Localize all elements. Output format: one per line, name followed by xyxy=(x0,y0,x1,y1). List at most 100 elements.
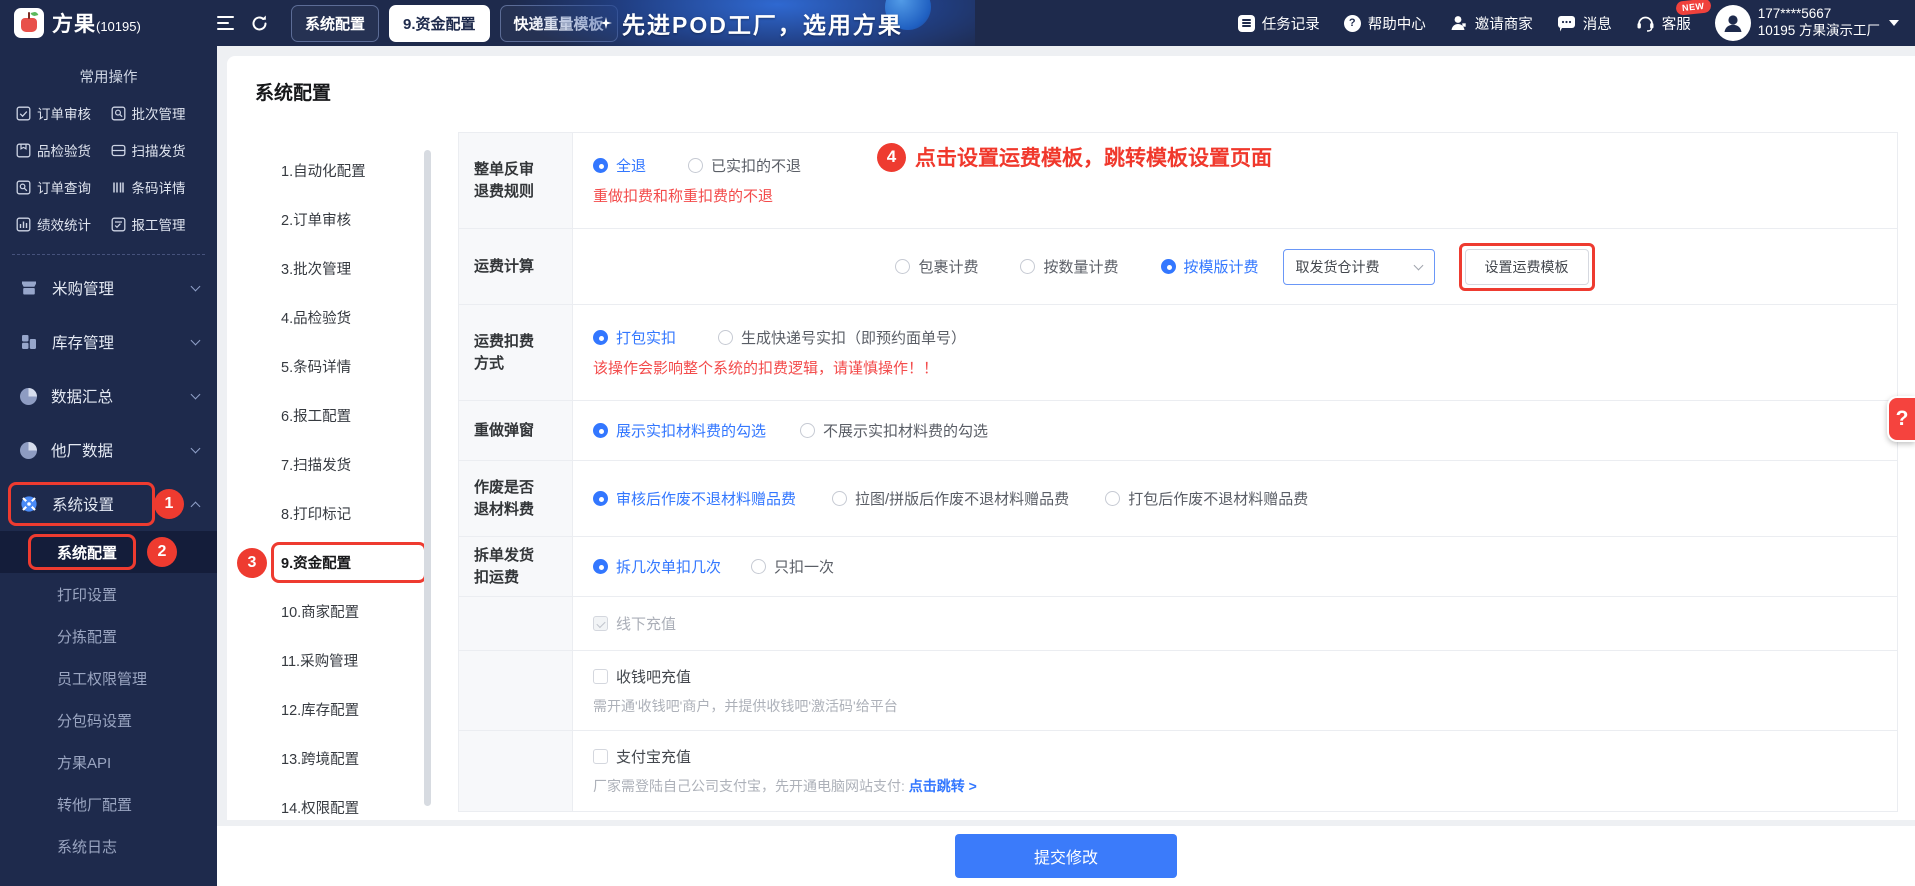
sidebar-item-purchase-manage[interactable]: 米购管理 xyxy=(0,261,217,315)
radio-deduct-per-split[interactable]: 拆几次单扣几次 xyxy=(593,556,721,577)
annotation-text-4: 点击设置运费模板，跳转模板设置页面 xyxy=(915,147,1272,170)
sidebar-subitem-transfer-factory-config[interactable]: 转他厂配置 xyxy=(0,783,217,825)
user-account[interactable]: 177****5667 10195 方果演示工厂 xyxy=(1714,5,1899,41)
radio-package-billing[interactable]: 包裹计费 xyxy=(895,256,978,277)
quick-performance-stats[interactable]: 绩效统计 xyxy=(16,214,111,234)
alipay-jump-link[interactable]: 点击跳转 > xyxy=(909,778,977,794)
subnav-batch-manage[interactable]: 3.批次管理 xyxy=(263,244,413,293)
sidebar-subitem-staff-permission[interactable]: 员工权限管理 xyxy=(0,657,217,699)
quick-barcode-detail[interactable]: 条码详情 xyxy=(111,177,206,197)
annotation-badge-2: 2 xyxy=(147,537,177,567)
subnav-crossborder-config[interactable]: 13.跨境配置 xyxy=(263,734,413,783)
form-row-offline-recharge: 线下充值 xyxy=(459,597,1897,651)
set-freight-template-button[interactable]: 设置运费模板 xyxy=(1464,248,1589,285)
checkbox-alipay-recharge[interactable]: 支付宝充值 xyxy=(593,746,1897,767)
invite-merchant-link[interactable]: 邀请商家 xyxy=(1450,13,1533,34)
collapse-sidebar-icon[interactable] xyxy=(217,16,234,30)
row-label: 运费扣费方式 xyxy=(474,332,535,372)
app-logo-icon xyxy=(14,8,44,38)
radio-on-icon xyxy=(1160,259,1176,274)
sidebar-subitem-subpack-code[interactable]: 分包码设置 xyxy=(0,699,217,741)
chevron-up-icon xyxy=(190,501,201,511)
subnav-permission-config[interactable]: 14.权限配置 xyxy=(263,783,413,820)
subnav-scrollbar[interactable] xyxy=(424,150,431,806)
sidebar-subitem-print-settings[interactable]: 打印设置 xyxy=(0,573,217,615)
radio-on-icon xyxy=(593,491,608,506)
subnav-fund-config[interactable]: 9.资金配置 3 xyxy=(237,538,427,587)
annotation-step-4: 4 点击设置运费模板，跳转模板设置页面 xyxy=(877,142,1272,172)
quick-order-review[interactable]: 订单审核 xyxy=(16,103,111,123)
settings-lifebuoy-icon xyxy=(21,496,37,512)
radio-show-material-fee[interactable]: 展示实扣材料费的勾选 xyxy=(593,420,766,441)
quick-quality-check[interactable]: 品检验货 xyxy=(16,140,111,160)
subnav-automation[interactable]: 1.自动化配置 xyxy=(263,146,413,195)
radio-deduct-once[interactable]: 只扣一次 xyxy=(751,556,834,577)
annotation-box-4: 设置运费模板 xyxy=(1458,242,1595,291)
submit-changes-button[interactable]: 提交修改 xyxy=(955,834,1177,878)
warehouse-billing-select[interactable]: 取发货仓计费 xyxy=(1282,248,1435,285)
sidebar-subitem-system-config[interactable]: 系统配置 2 xyxy=(0,531,217,573)
sidebar-subitem-fangguo-api[interactable]: 方果API xyxy=(0,741,217,783)
quick-batch-manage[interactable]: 批次管理 xyxy=(111,103,206,123)
task-list-icon xyxy=(1237,14,1255,32)
subnav-scan-ship[interactable]: 7.扫描发货 xyxy=(263,440,413,489)
content-card: 系统配置 1.自动化配置 2.订单审核 3.批次管理 4.品检验货 5.条码详情… xyxy=(227,56,1915,820)
config-subnav: 1.自动化配置 2.订单审核 3.批次管理 4.品检验货 5.条码详情 6.报工… xyxy=(237,146,427,820)
subnav-inventory-config[interactable]: 12.库存配置 xyxy=(263,685,413,734)
pie-chart-icon xyxy=(20,387,37,405)
customer-service-link[interactable]: 客服 NEW xyxy=(1636,0,1712,34)
radio-void-after-pack[interactable]: 打包后作废不退材料赠品费 xyxy=(1105,488,1308,509)
subnav-order-review[interactable]: 2.订单审核 xyxy=(263,195,413,244)
task-log-link[interactable]: 任务记录 xyxy=(1237,13,1320,34)
app-logo[interactable]: 方果(10195) xyxy=(0,8,217,38)
clipboard-check-icon xyxy=(16,106,31,120)
radio-tracking-deduct[interactable]: 生成快递号实扣（即预约面单号） xyxy=(718,327,966,348)
subnav-purchase-manage[interactable]: 11.采购管理 xyxy=(263,636,413,685)
radio-template-billing[interactable]: 按模版计费 xyxy=(1160,256,1259,277)
subnav-work-report-config[interactable]: 6.报工配置 xyxy=(263,391,413,440)
checkbox-shouqianba-recharge[interactable]: 收钱吧充值 xyxy=(593,666,1897,687)
radio-off-icon xyxy=(1105,491,1121,506)
radio-void-after-review[interactable]: 审核后作废不退材料赠品费 xyxy=(593,488,796,509)
quick-work-report[interactable]: 报工管理 xyxy=(111,214,206,234)
annotation-badge-3: 3 xyxy=(237,547,267,578)
sidebar-item-system-settings[interactable]: 系统设置 1 xyxy=(0,477,217,531)
batch-search-icon xyxy=(111,106,125,120)
tab-system-config[interactable]: 系统配置 xyxy=(291,4,380,42)
radio-hide-material-fee[interactable]: 不展示实扣材料费的勾选 xyxy=(800,420,988,441)
sidebar-subitem-sorting-config[interactable]: 分拣配置 xyxy=(0,615,217,657)
help-center-link[interactable]: ? 帮助中心 xyxy=(1343,13,1426,34)
radio-pack-deduct[interactable]: 打包实扣 xyxy=(593,327,676,348)
subnav-quality-check[interactable]: 4.品检验货 xyxy=(263,293,413,342)
checkbox-checked-disabled-icon xyxy=(593,616,608,631)
bar-chart-icon xyxy=(16,217,31,231)
subnav-merchant-config[interactable]: 10.商家配置 xyxy=(263,587,413,636)
subnav-barcode-detail[interactable]: 5.条码详情 xyxy=(263,342,413,391)
radio-void-after-imposition[interactable]: 拉图/拼版后作废不退材料赠品费 xyxy=(832,488,1069,509)
radio-off-icon xyxy=(688,158,704,173)
quick-scan-ship[interactable]: 扫描发货 xyxy=(111,140,206,160)
factory-code: (10195) xyxy=(96,19,141,34)
radio-quantity-billing[interactable]: 按数量计费 xyxy=(1020,256,1119,277)
form-row-split-freight: 拆单发货扣运费 拆几次单扣几次 只扣一次 xyxy=(459,537,1897,597)
radio-deducted-no-refund[interactable]: 已实扣的不退 xyxy=(688,155,801,176)
sidebar-item-data-summary[interactable]: 数据汇总 xyxy=(0,369,217,423)
form-row-freight-deduct: 运费扣费方式 打包实扣 生成快递号实扣（即预约面单号） 该操作会影响整个系统的扣… xyxy=(459,305,1897,401)
sidebar-item-other-factory-data[interactable]: 他厂数据 xyxy=(0,423,217,477)
messages-link[interactable]: 消息 xyxy=(1557,13,1612,34)
subnav-print-mark[interactable]: 8.打印标记 xyxy=(263,489,413,538)
sidebar-item-inventory-manage[interactable]: 库存管理 xyxy=(0,315,217,369)
chevron-down-icon xyxy=(190,443,201,454)
user-menu-caret-icon[interactable] xyxy=(1889,20,1899,26)
user-factory: 10195 方果演示工厂 xyxy=(1757,23,1880,38)
quick-order-query[interactable]: 订单查询 xyxy=(16,177,111,197)
help-tab-button[interactable]: ? xyxy=(1887,396,1915,442)
radio-full-refund[interactable]: 全退 xyxy=(593,155,646,176)
pie-chart-icon xyxy=(20,441,37,459)
config-form-table: 整单反审退费规则 全退 已实扣的不退 重做扣费和称重扣费的不退 运费计算 包裹计… xyxy=(458,132,1898,812)
topbar: 方果(10195) 系统配置 9.资金配置 快递重量模板 先进POD工厂，选用方… xyxy=(0,0,1915,46)
tab-fund-config[interactable]: 9.资金配置 xyxy=(389,4,490,42)
checkbox-unchecked-icon xyxy=(593,668,608,684)
refresh-icon[interactable] xyxy=(250,14,269,33)
sidebar-subitem-system-log[interactable]: 系统日志 xyxy=(0,825,217,867)
